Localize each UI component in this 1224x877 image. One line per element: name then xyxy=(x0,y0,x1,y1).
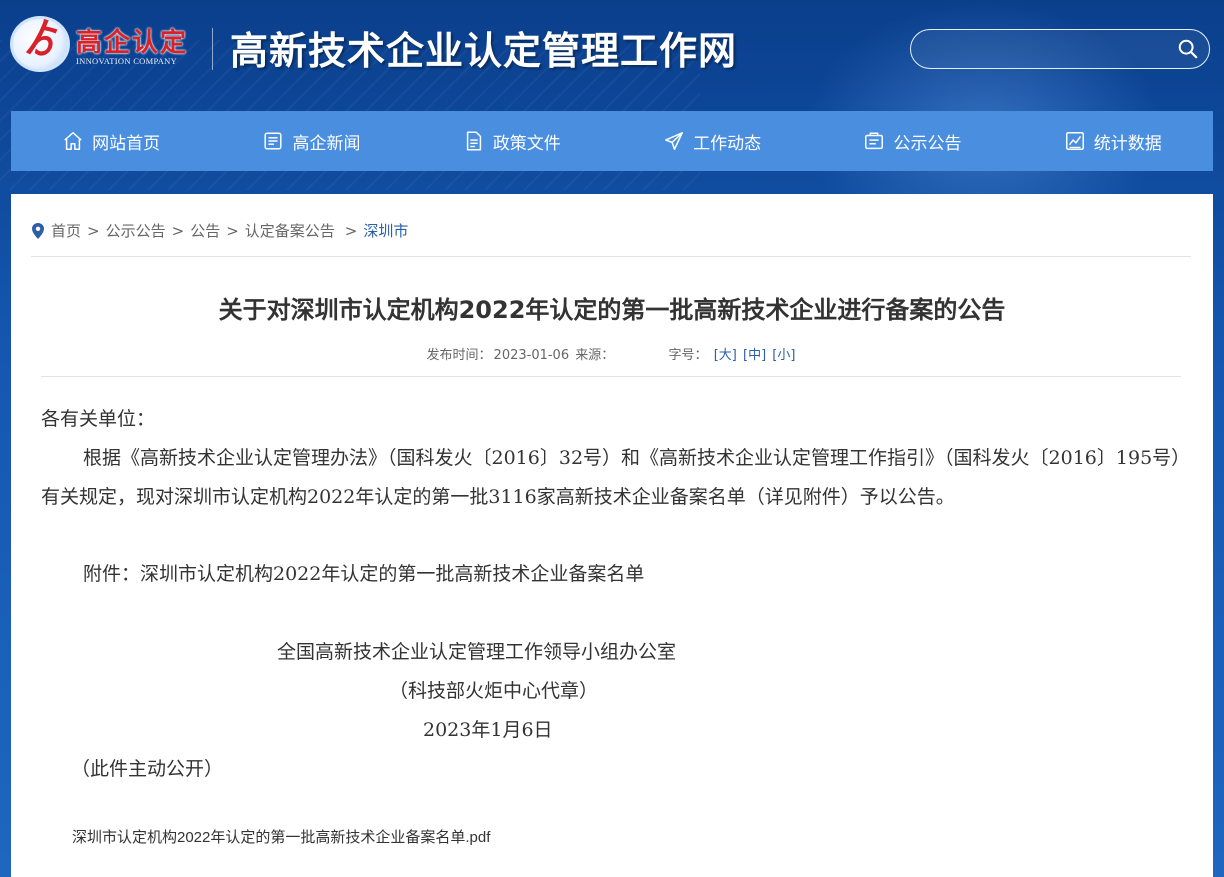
signature-organization: 全国高新技术企业认定管理工作领导小组办公室 xyxy=(277,641,677,663)
signature-date: 2023年1月6日 xyxy=(423,719,553,741)
disclosure-note: （此件主动公开） xyxy=(71,758,224,780)
logo-text-cn: 高企认定 xyxy=(76,28,189,58)
send-icon xyxy=(665,132,684,150)
font-size-large-button[interactable]: [大] xyxy=(714,348,737,363)
font-size-small-button[interactable]: [小] xyxy=(772,348,795,363)
attachment-pdf-link[interactable]: 深圳市认定机构2022年认定的第一批高新技术企业备案名单.pdf xyxy=(72,826,490,847)
announcement-icon xyxy=(865,132,884,150)
body-paragraph: 根据《高新技术企业认定管理办法》（国科发火〔2016〕32号）和《高新技术企业认… xyxy=(41,447,1181,508)
search-box xyxy=(910,29,1210,69)
search-icon[interactable] xyxy=(1177,38,1199,60)
nav-item-label: 网站首页 xyxy=(92,133,161,154)
font-size-medium-button[interactable]: [中] xyxy=(743,348,766,363)
home-icon xyxy=(64,132,82,150)
attachment-line: 附件：深圳市认定机构2022年认定的第一批高新技术企业备案名单 xyxy=(83,563,645,585)
nav-item-statistics[interactable]: 统计数据 xyxy=(1013,111,1213,171)
nav-item-label: 统计数据 xyxy=(1093,133,1162,154)
logo-divider xyxy=(212,28,213,70)
article-body: 各有关单位： 根据《高新技术企业认定管理办法》（国科发火〔2016〕32号）和《… xyxy=(41,400,1183,789)
source-label: 来源： xyxy=(575,348,615,363)
breadcrumb-notice[interactable]: 公告 xyxy=(190,220,220,241)
breadcrumb-home[interactable]: 首页 xyxy=(51,220,81,241)
article-meta: 发布时间： 2023-01-06 来源： 字号： [大] [中] [小] xyxy=(11,344,1213,363)
site-logo[interactable]: ゟ 高企认定 INNOVATION COMPANY xyxy=(10,14,196,76)
location-pin-icon xyxy=(32,222,44,239)
nav-item-label: 公示公告 xyxy=(893,133,962,154)
main-content: 首页 > 公示公告 > 公告 > 认定备案公告 > 深圳市 关于对深圳市认定机构… xyxy=(11,194,1213,877)
site-title: 高新技术企业认定管理工作网 xyxy=(230,28,738,73)
signature-seal: （科技部火炬中心代章） xyxy=(389,680,599,702)
logo-emblem-mark: ゟ xyxy=(24,16,63,61)
salutation: 各有关单位： xyxy=(41,408,156,430)
font-size-label: 字号： xyxy=(668,348,708,363)
divider xyxy=(31,256,1191,257)
chart-icon xyxy=(1065,132,1084,150)
breadcrumb-announcements[interactable]: 公示公告 xyxy=(106,220,166,241)
breadcrumb-separator: > xyxy=(344,221,358,240)
nav-item-work-updates[interactable]: 工作动态 xyxy=(612,111,812,171)
nav-item-label: 高企新闻 xyxy=(292,133,361,154)
publish-label: 发布时间： xyxy=(426,348,492,363)
nav-item-home[interactable]: 网站首页 xyxy=(11,111,211,171)
breadcrumb-filing-notice[interactable]: 认定备案公告 xyxy=(245,220,335,241)
nav-item-policy[interactable]: 政策文件 xyxy=(412,111,612,171)
nav-item-label: 工作动态 xyxy=(693,133,762,154)
divider xyxy=(41,376,1181,377)
document-icon xyxy=(466,131,481,151)
main-nav: 网站首页 高企新闻 政策文件 工作动态 公示公告 统计数据 xyxy=(11,111,1213,171)
news-icon xyxy=(264,132,283,150)
nav-item-announcements[interactable]: 公示公告 xyxy=(812,111,1012,171)
breadcrumb: 首页 > 公示公告 > 公告 > 认定备案公告 > 深圳市 xyxy=(31,220,408,241)
breadcrumb-separator: > xyxy=(171,221,185,240)
nav-item-news[interactable]: 高企新闻 xyxy=(211,111,411,171)
breadcrumb-separator: > xyxy=(226,221,239,240)
site-header: ゟ 高企认定 INNOVATION COMPANY 高新技术企业认定管理工作网 xyxy=(0,0,1224,100)
article-title: 关于对深圳市认定机构2022年认定的第一批高新技术企业进行备案的公告 xyxy=(218,296,1006,324)
breadcrumb-current[interactable]: 深圳市 xyxy=(363,220,408,241)
search-input[interactable] xyxy=(925,35,1169,65)
nav-item-label: 政策文件 xyxy=(492,133,561,154)
logo-text-en: INNOVATION COMPANY xyxy=(76,56,178,66)
publish-date: 2023-01-06 xyxy=(493,348,570,363)
breadcrumb-separator: > xyxy=(87,221,100,240)
